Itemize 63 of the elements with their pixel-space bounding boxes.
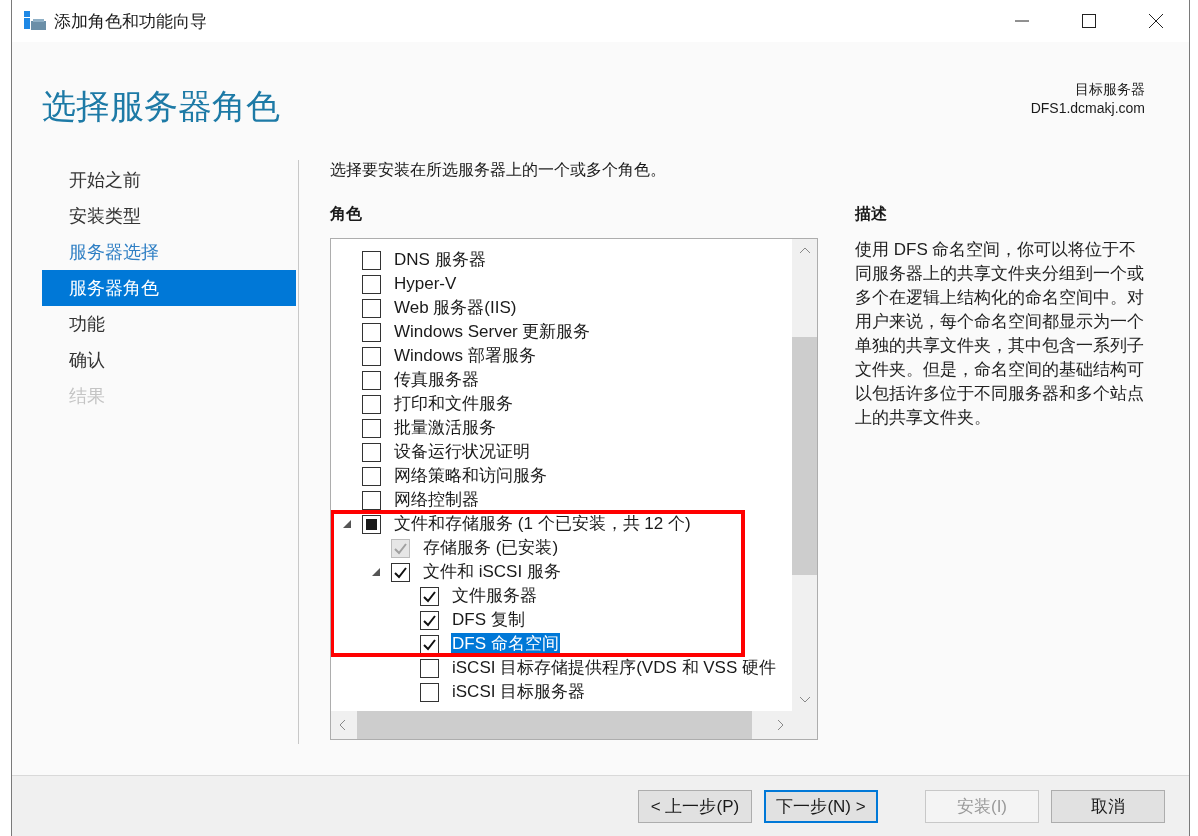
role-label[interactable]: Hyper-V xyxy=(393,273,458,295)
role-label[interactable]: Web 服务器(IIS) xyxy=(393,297,518,319)
roles-heading: 角色 xyxy=(330,204,363,224)
scroll-up-icon[interactable] xyxy=(799,247,810,253)
description-heading: 描述 xyxy=(855,204,888,224)
role-label[interactable]: iSCSI 目标服务器 xyxy=(451,681,587,703)
nav-item[interactable]: 服务器角色 xyxy=(42,270,296,306)
checkbox[interactable] xyxy=(362,370,381,390)
checkbox[interactable] xyxy=(420,634,439,654)
role-label[interactable]: 文件和存储服务 (1 个已安装，共 12 个) xyxy=(393,513,692,535)
nav-item[interactable]: 安装类型 xyxy=(42,198,296,234)
role-label[interactable]: 网络控制器 xyxy=(393,489,480,511)
checkbox[interactable] xyxy=(362,514,381,534)
role-label[interactable]: 文件服务器 xyxy=(451,585,538,607)
role-label[interactable]: 批量激活服务 xyxy=(393,417,497,439)
checkbox[interactable] xyxy=(420,658,439,678)
role-label[interactable]: DNS 服务器 xyxy=(393,249,487,271)
checkbox[interactable] xyxy=(362,250,381,270)
checkbox[interactable] xyxy=(362,490,381,510)
role-label[interactable]: 传真服务器 xyxy=(393,369,480,391)
role-label[interactable]: DFS 复制 xyxy=(451,609,526,631)
app-icon xyxy=(24,11,46,31)
role-label[interactable]: Windows 部署服务 xyxy=(393,345,537,367)
nav-item[interactable]: 功能 xyxy=(42,306,296,342)
role-label[interactable]: Windows Server 更新服务 xyxy=(393,321,592,343)
checkbox[interactable] xyxy=(362,442,381,462)
role-label[interactable]: DFS 命名空间 xyxy=(451,633,560,655)
role-label[interactable]: 设备运行状况证明 xyxy=(393,441,531,463)
scroll-right-icon[interactable] xyxy=(778,720,784,730)
role-label[interactable]: 网络策略和访问服务 xyxy=(393,465,548,487)
target-label: 目标服务器 xyxy=(1075,80,1145,99)
checkbox[interactable] xyxy=(362,418,381,438)
wizard-button[interactable]: < 上一步(P) xyxy=(638,789,752,823)
close-icon[interactable] xyxy=(1149,14,1163,28)
maximize-icon[interactable] xyxy=(1082,14,1096,28)
expand-triangle-icon[interactable] xyxy=(372,568,380,576)
instruction-text: 选择要安装在所选服务器上的一个或多个角色。 xyxy=(330,160,667,180)
role-label[interactable]: iSCSI 目标存储提供程序(VDS 和 VSS 硬件 xyxy=(451,657,777,679)
checkbox[interactable] xyxy=(420,610,439,630)
checkbox[interactable] xyxy=(391,562,410,582)
target-server: DFS1.dcmakj.com xyxy=(1030,99,1145,118)
role-label[interactable]: 文件和 iSCSI 服务 xyxy=(422,561,562,583)
checkbox[interactable] xyxy=(362,322,381,342)
checkbox[interactable] xyxy=(362,298,381,318)
wizard-button[interactable]: 下一步(N) > xyxy=(764,789,878,823)
nav-item[interactable]: 确认 xyxy=(42,342,296,378)
checkbox[interactable] xyxy=(362,466,381,486)
checkbox[interactable] xyxy=(362,274,381,294)
checkbox[interactable] xyxy=(420,586,439,606)
page-title: 选择服务器角色 xyxy=(42,86,280,127)
vertical-scrollbar[interactable] xyxy=(792,239,817,711)
scroll-left-icon[interactable] xyxy=(339,720,345,730)
nav-item[interactable]: 开始之前 xyxy=(42,162,296,198)
checkbox[interactable] xyxy=(362,394,381,414)
checkbox[interactable] xyxy=(420,682,439,702)
description-text: 使用 DFS 命名空间，你可以将位于不同服务器上的共享文件夹分组到一个或多个在逻辑上结构化的命名空间中。对用户来说，每个命名空间都显示为一个单独的共享文件夹，其中包含一系列子文件夹。但是，命名空间的基础结构可以包括许多位于不同服务器和多个站点上的共享文件夹。 xyxy=(855,239,1145,429)
checkbox[interactable] xyxy=(362,346,381,366)
scroll-down-icon[interactable] xyxy=(799,697,810,703)
wizard-button[interactable]: 取消 xyxy=(1051,789,1165,823)
role-label[interactable]: 打印和文件服务 xyxy=(393,393,514,415)
window-title: 添加角色和功能向导 xyxy=(54,10,207,33)
expand-triangle-icon[interactable] xyxy=(343,520,351,528)
nav-item[interactable]: 服务器选择 xyxy=(42,234,296,270)
